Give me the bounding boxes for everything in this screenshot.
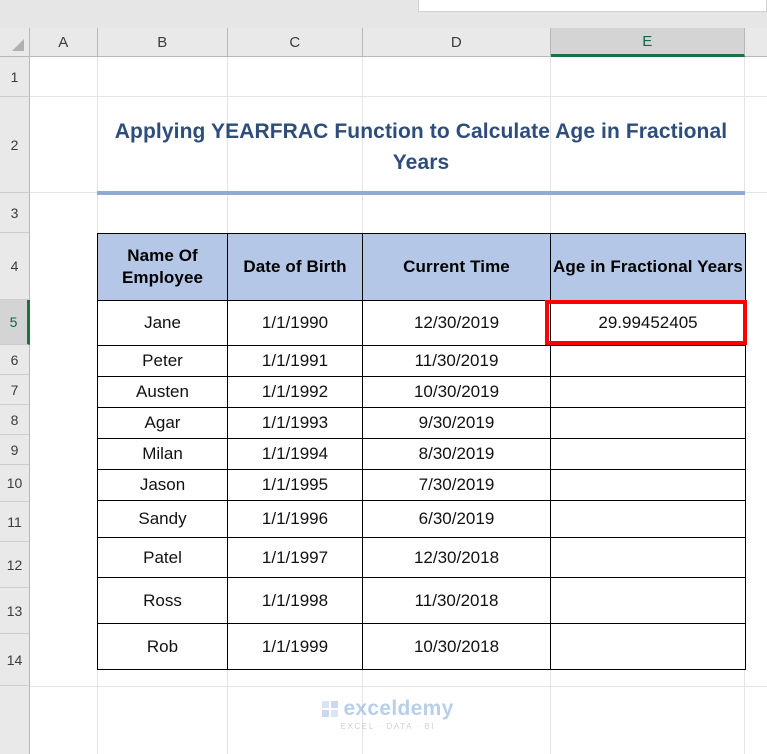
table-row: Austen 1/1/1992 10/30/2019 bbox=[97, 376, 746, 408]
employee-age-table: Name Of Employee Date of Birth Current T… bbox=[97, 233, 746, 670]
table-row: Peter 1/1/1991 11/30/2019 bbox=[97, 345, 746, 377]
row-header-7[interactable]: 7 bbox=[0, 375, 30, 405]
cell-name[interactable]: Jane bbox=[97, 300, 228, 346]
row-header-10[interactable]: 10 bbox=[0, 465, 30, 502]
cell-name[interactable]: Sandy bbox=[97, 500, 228, 538]
cell-current-time[interactable]: 11/30/2019 bbox=[362, 345, 551, 377]
column-header-f[interactable] bbox=[745, 28, 767, 57]
sheet-title: Applying YEARFRAC Function to Calculate … bbox=[114, 120, 728, 174]
row-header-4[interactable]: 4 bbox=[0, 233, 30, 300]
cell-dob[interactable]: 1/1/1998 bbox=[227, 577, 363, 624]
cell-name[interactable]: Rob bbox=[97, 623, 228, 670]
row-header-15[interactable] bbox=[0, 686, 30, 754]
select-all-corner[interactable] bbox=[0, 28, 30, 57]
column-header-a[interactable]: A bbox=[30, 28, 98, 57]
gridline-horizontal bbox=[30, 96, 767, 97]
cell-name[interactable]: Agar bbox=[97, 407, 228, 439]
row-header-9[interactable]: 9 bbox=[0, 435, 30, 465]
cell-current-time[interactable]: 10/30/2019 bbox=[362, 376, 551, 408]
cell-age[interactable] bbox=[550, 376, 746, 408]
cell-current-time[interactable]: 11/30/2018 bbox=[362, 577, 551, 624]
row-header-3[interactable]: 3 bbox=[0, 193, 30, 233]
row-header-6[interactable]: 6 bbox=[0, 345, 30, 375]
column-header-date-of-birth: Date of Birth bbox=[227, 233, 363, 301]
column-header-age-in-fractional-years: Age in Fractional Years bbox=[550, 233, 746, 301]
cell-current-time[interactable]: 9/30/2019 bbox=[362, 407, 551, 439]
table-row: Agar 1/1/1993 9/30/2019 bbox=[97, 407, 746, 439]
row-header-12[interactable]: 12 bbox=[0, 542, 30, 588]
row-header-14[interactable]: 14 bbox=[0, 634, 30, 686]
cell-dob[interactable]: 1/1/1992 bbox=[227, 376, 363, 408]
cell-dob[interactable]: 1/1/1995 bbox=[227, 469, 363, 501]
select-all-triangle-icon bbox=[12, 39, 24, 51]
cell-current-time[interactable]: 6/30/2019 bbox=[362, 500, 551, 538]
column-header-name-of-employee: Name Of Employee bbox=[97, 233, 228, 301]
table-row: Jane 1/1/1990 12/30/2019 29.99452405 bbox=[97, 300, 746, 346]
cell-name[interactable]: Austen bbox=[97, 376, 228, 408]
cell-dob[interactable]: 1/1/1999 bbox=[227, 623, 363, 670]
cell-current-time[interactable]: 7/30/2019 bbox=[362, 469, 551, 501]
cell-age[interactable] bbox=[550, 345, 746, 377]
cell-current-time[interactable]: 12/30/2018 bbox=[362, 537, 551, 578]
table-row: Sandy 1/1/1996 6/30/2019 bbox=[97, 500, 746, 538]
cell-name[interactable]: Patel bbox=[97, 537, 228, 578]
column-header-b[interactable]: B bbox=[98, 28, 228, 57]
column-header-d[interactable]: D bbox=[363, 28, 551, 57]
table-row: Rob 1/1/1999 10/30/2018 bbox=[97, 623, 746, 670]
cell-age[interactable] bbox=[550, 577, 746, 624]
cell-dob[interactable]: 1/1/1996 bbox=[227, 500, 363, 538]
row-header-5[interactable]: 5 bbox=[0, 300, 30, 345]
cell-name[interactable]: Ross bbox=[97, 577, 228, 624]
toolbar-strip bbox=[0, 0, 767, 28]
row-header-8[interactable]: 8 bbox=[0, 405, 30, 435]
cell-age[interactable] bbox=[550, 623, 746, 670]
table-row: Jason 1/1/1995 7/30/2019 bbox=[97, 469, 746, 501]
row-header-1[interactable]: 1 bbox=[0, 57, 30, 97]
cell-current-time[interactable]: 12/30/2019 bbox=[362, 300, 551, 346]
cell-name[interactable]: Jason bbox=[97, 469, 228, 501]
column-header-c[interactable]: C bbox=[228, 28, 363, 57]
cell-current-time[interactable]: 10/30/2018 bbox=[362, 623, 551, 670]
cell-current-time[interactable]: 8/30/2019 bbox=[362, 438, 551, 470]
table-row: Ross 1/1/1998 11/30/2018 bbox=[97, 577, 746, 624]
table-row: Patel 1/1/1997 12/30/2018 bbox=[97, 537, 746, 578]
cell-dob[interactable]: 1/1/1997 bbox=[227, 537, 363, 578]
cell-age[interactable] bbox=[550, 537, 746, 578]
title-underline bbox=[97, 191, 745, 195]
cell-dob[interactable]: 1/1/1990 bbox=[227, 300, 363, 346]
formula-bar-remnant bbox=[418, 0, 767, 12]
cell-name[interactable]: Peter bbox=[97, 345, 228, 377]
cell-age[interactable]: 29.99452405 bbox=[550, 300, 746, 346]
cell-dob[interactable]: 1/1/1993 bbox=[227, 407, 363, 439]
cell-dob[interactable]: 1/1/1991 bbox=[227, 345, 363, 377]
cell-age[interactable] bbox=[550, 500, 746, 538]
gridline-horizontal bbox=[30, 686, 767, 687]
row-header-11[interactable]: 11 bbox=[0, 502, 30, 542]
table-row: Milan 1/1/1994 8/30/2019 bbox=[97, 438, 746, 470]
cell-age[interactable] bbox=[550, 407, 746, 439]
row-header-2[interactable]: 2 bbox=[0, 97, 30, 193]
cell-age[interactable] bbox=[550, 469, 746, 501]
cell-age[interactable] bbox=[550, 438, 746, 470]
table-header-row: Name Of Employee Date of Birth Current T… bbox=[97, 233, 746, 301]
column-header-current-time: Current Time bbox=[362, 233, 551, 301]
row-header-13[interactable]: 13 bbox=[0, 588, 30, 634]
column-header-e[interactable]: E bbox=[551, 28, 745, 57]
cell-dob[interactable]: 1/1/1994 bbox=[227, 438, 363, 470]
cell-name[interactable]: Milan bbox=[97, 438, 228, 470]
